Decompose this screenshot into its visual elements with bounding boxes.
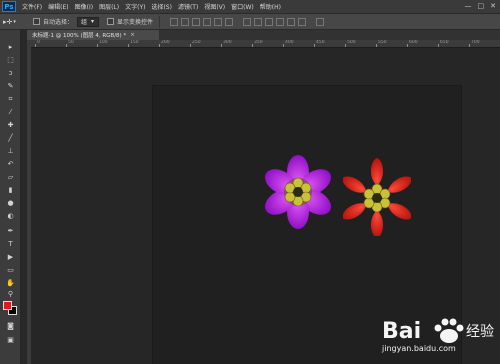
healing-icon[interactable]: ✚ (3, 121, 18, 130)
distribute-buttons (243, 17, 307, 26)
purple-flower-layer[interactable] (262, 155, 334, 229)
ruler-number: 300 (223, 40, 232, 45)
menu-layer[interactable]: 图层(L) (99, 2, 119, 11)
menu-window[interactable]: 窗口(W) (231, 2, 254, 11)
watermark-jingyan-text: 经验 (466, 324, 494, 340)
auto-select-checkbox[interactable] (33, 18, 40, 25)
screen-mode-icon[interactable]: ▣ (3, 336, 18, 345)
blur-icon[interactable]: ● (3, 199, 18, 208)
show-transform-label: 显示变换控件 (117, 19, 154, 26)
auto-align-buttons (316, 17, 325, 26)
eyedropper-icon[interactable]: ⁄ (3, 108, 18, 117)
auto-select-dropdown[interactable]: 组 ▾ (77, 16, 100, 27)
tool-preset-picker[interactable]: ▸✛ ▾ (3, 16, 25, 28)
auto-select-label: 自动选择： (43, 19, 74, 26)
menu-edit[interactable]: 编辑(E) (48, 2, 68, 11)
options-bar: ▸✛ ▾ 自动选择： 组 ▾ 显示变换控件 (0, 13, 500, 30)
photoshop-logo: Ps (2, 1, 16, 12)
ruler-number: 550 (378, 40, 387, 45)
ruler-number: 200 (161, 40, 170, 45)
align-bottom-icon[interactable] (192, 17, 201, 26)
lasso-icon[interactable]: ↄ (3, 69, 18, 78)
hand-icon[interactable]: ✋ (3, 279, 18, 288)
quick-mask-icon[interactable]: ◙ (3, 322, 18, 331)
eraser-icon[interactable]: ▱ (3, 173, 18, 182)
stamp-icon[interactable]: ⊥ (3, 147, 18, 156)
maximize-button[interactable]: □ (478, 2, 485, 10)
align-buttons (170, 17, 234, 26)
foreground-color-swatch[interactable] (3, 301, 12, 310)
distribute-bottom-icon[interactable] (265, 17, 274, 26)
ruler-number: 50 (68, 40, 74, 45)
watermark-url: jingyan.baidu.com (382, 344, 456, 353)
distribute-right-icon[interactable] (298, 17, 307, 26)
brush-icon[interactable]: ╱ (3, 134, 18, 143)
ruler-number: 400 (285, 40, 294, 45)
window-controls: — □ ✕ (465, 2, 497, 10)
zoom-icon[interactable]: ⚲ (3, 290, 18, 299)
distribute-left-icon[interactable] (276, 17, 285, 26)
gradient-icon[interactable]: ▮ (3, 186, 18, 195)
menu-filter[interactable]: 滤镜(T) (178, 2, 198, 11)
watermark-brand: Bai (382, 319, 421, 344)
main-menu: 文件(F) 编辑(E) 图像(I) 图层(L) 文字(Y) 选择(S) 滤镜(T… (22, 2, 287, 11)
type-icon[interactable]: T (3, 240, 18, 249)
ruler-number: 150 (130, 40, 139, 45)
baidu-logo: Bai 经验 (382, 318, 494, 344)
menu-image[interactable]: 图像(I) (75, 2, 93, 11)
document-tab-bar: 未标题-1 @ 100% (图层 4, RGB/8) * × (27, 30, 500, 40)
close-icon[interactable]: × (130, 32, 135, 38)
chevron-down-icon: ▾ (13, 18, 16, 25)
align-top-icon[interactable] (170, 17, 179, 26)
menu-bar: Ps 文件(F) 编辑(E) 图像(I) 图层(L) 文字(Y) 选择(S) 滤… (0, 0, 500, 13)
quick-select-icon[interactable]: ✎ (3, 82, 18, 91)
ruler-number: 500 (347, 40, 356, 45)
shape-icon[interactable]: ▭ (3, 266, 18, 275)
align-left-icon[interactable] (203, 17, 212, 26)
chevron-down-icon: ▾ (91, 18, 95, 25)
auto-select-value: 组 (81, 19, 88, 26)
menu-select[interactable]: 选择(S) (151, 2, 172, 11)
document-tab[interactable]: 未标题-1 @ 100% (图层 4, RGB/8) * × (27, 30, 159, 40)
path-select-icon[interactable]: ▶ (3, 253, 18, 262)
ruler-number: 250 (192, 40, 201, 45)
divider (159, 15, 161, 28)
pen-icon[interactable]: ✒ (3, 227, 18, 236)
horizontal-ruler[interactable]: 0 50 100 150 200 250 300 350 400 450 500 550 600 650 7… (31, 40, 500, 48)
ruler-number: 100 (99, 40, 108, 45)
menu-file[interactable]: 文件(F) (22, 2, 42, 11)
show-transform-checkbox[interactable] (107, 18, 115, 25)
marquee-icon[interactable]: ⬚ (3, 56, 18, 65)
align-right-icon[interactable] (225, 17, 234, 26)
ruler-number: 0 (37, 40, 40, 45)
ruler-number: 600 (409, 40, 418, 45)
menu-type[interactable]: 文字(Y) (125, 2, 145, 11)
minimize-button[interactable]: — (465, 2, 472, 10)
ruler-number: 350 (254, 40, 263, 45)
ruler-number: 450 (316, 40, 325, 45)
close-button[interactable]: ✕ (490, 2, 496, 10)
dodge-icon[interactable]: ◐ (3, 212, 18, 221)
move-tool-icon: ▸✛ (3, 17, 13, 26)
align-vcenter-icon[interactable] (181, 17, 190, 26)
align-hcenter-icon[interactable] (214, 17, 223, 26)
red-flower-layer[interactable] (343, 156, 411, 236)
menu-view[interactable]: 视图(V) (204, 2, 225, 11)
distribute-vcenter-icon[interactable] (254, 17, 263, 26)
document-tab-title: 未标题-1 @ 100% (图层 4, RGB/8) * (32, 33, 127, 39)
crop-icon[interactable]: ⌗ (3, 95, 18, 104)
baidu-jingyan-watermark: Bai 经验 jingyan.baidu.com (360, 304, 500, 364)
auto-align-icon[interactable] (316, 17, 325, 26)
distribute-top-icon[interactable] (243, 17, 252, 26)
menu-help[interactable]: 帮助(H) (260, 2, 281, 11)
ruler-number: 700 (471, 40, 480, 45)
history-brush-icon[interactable]: ↶ (3, 160, 18, 169)
move-icon[interactable]: ▸ (3, 43, 18, 52)
toolbox: ▸ ⬚ ↄ ✎ ⌗ ⁄ ✚ ╱ ⊥ ↶ ▱ ▮ ● ◐ ✒ T ▶ ▭ ✋ ⚲ … (0, 30, 21, 364)
ruler-number: 650 (440, 40, 449, 45)
distribute-hcenter-icon[interactable] (287, 17, 296, 26)
